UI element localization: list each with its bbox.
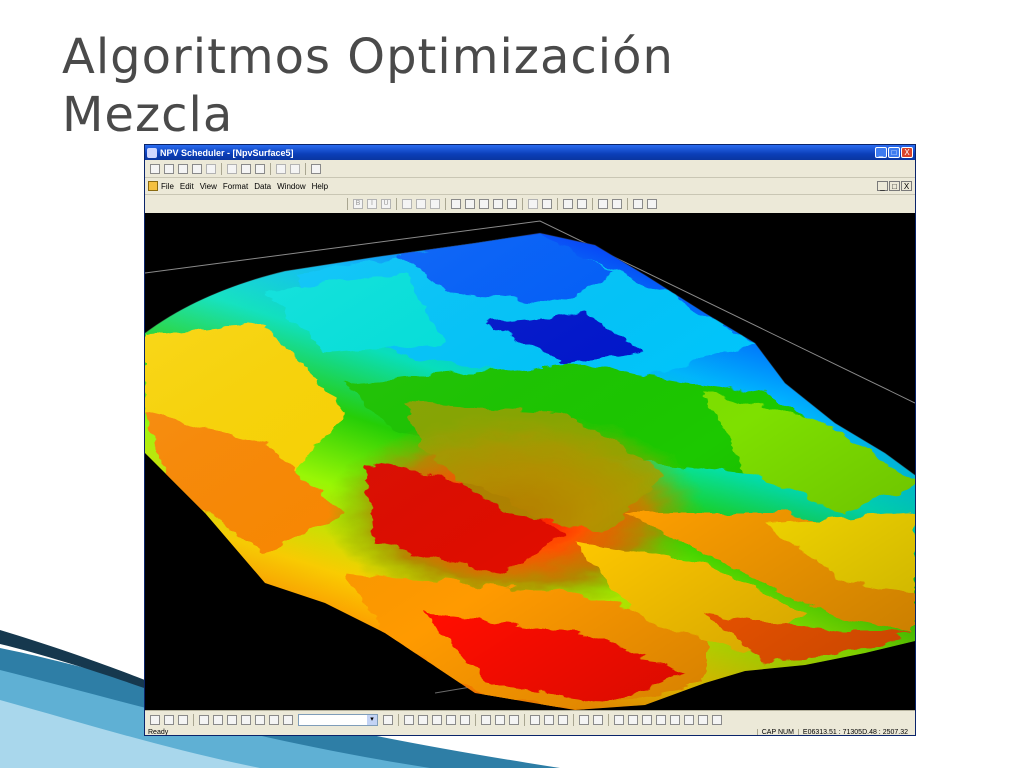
standard-toolbar <box>145 160 915 178</box>
minimize-button[interactable]: _ <box>875 147 887 158</box>
toolbar-separator <box>305 162 306 175</box>
graph-icon[interactable] <box>528 199 538 209</box>
open-icon[interactable] <box>164 163 174 174</box>
toolbar-separator <box>221 162 222 175</box>
layer-icon[interactable] <box>255 714 265 725</box>
options-icon[interactable] <box>698 714 708 725</box>
window-title: NPV Scheduler - [NpvSurface5] <box>160 147 294 158</box>
terrain-surface <box>145 220 915 710</box>
menu-window[interactable]: Window <box>277 182 305 191</box>
zoom-in-icon[interactable] <box>199 714 209 725</box>
redo-icon[interactable] <box>290 163 300 174</box>
table-icon[interactable] <box>628 714 638 725</box>
menu-view[interactable]: View <box>200 182 217 191</box>
paint-icon[interactable] <box>558 714 568 725</box>
zoom-out-icon[interactable] <box>213 714 223 725</box>
copy-icon[interactable] <box>241 163 251 174</box>
zoom-window-icon[interactable] <box>227 714 237 725</box>
paste-icon[interactable] <box>255 163 265 174</box>
view-select[interactable]: ▾ <box>298 713 378 726</box>
align-center-icon[interactable] <box>416 199 426 209</box>
window-icon[interactable] <box>712 714 722 725</box>
export-icon[interactable] <box>670 714 680 725</box>
status-bar: Ready CAP NUM E06313.51 : 71305D.48 : 25… <box>145 728 915 736</box>
cut-pit-icon[interactable] <box>598 199 608 209</box>
orbit-icon[interactable] <box>178 714 188 725</box>
report-icon[interactable] <box>614 714 624 725</box>
arrow-down-icon[interactable] <box>446 714 456 725</box>
menu-bar: File Edit View Format Data Window Help _… <box>145 178 915 195</box>
menu-help[interactable]: Help <box>312 182 328 191</box>
align-right-icon[interactable] <box>430 199 440 209</box>
pit-view-icon[interactable] <box>460 714 470 725</box>
check-icon[interactable] <box>507 199 517 209</box>
arrow-right-icon[interactable] <box>418 714 428 725</box>
back-icon[interactable] <box>579 714 589 725</box>
chevron-down-icon[interactable]: ▾ <box>367 714 377 725</box>
save-icon[interactable] <box>178 163 188 174</box>
menu-edit[interactable]: Edit <box>180 182 194 191</box>
menu-format[interactable]: Format <box>223 182 248 191</box>
undo-icon[interactable] <box>276 163 286 174</box>
forward-icon[interactable] <box>593 714 603 725</box>
zoom-out-icon[interactable] <box>479 199 489 209</box>
status-ready: Ready <box>148 728 169 736</box>
stop-icon[interactable] <box>647 199 657 209</box>
cut-icon[interactable] <box>227 163 237 174</box>
rotate-icon[interactable] <box>150 714 160 725</box>
maximize-button[interactable]: □ <box>888 147 900 158</box>
doc-close-button[interactable]: X <box>901 181 912 191</box>
zoom-in-icon[interactable] <box>465 199 475 209</box>
pan-icon[interactable] <box>164 714 174 725</box>
arrow-up-icon[interactable] <box>432 714 442 725</box>
tools-icon[interactable] <box>656 714 666 725</box>
document-icon[interactable] <box>684 714 694 725</box>
view-toolbar: ▾ <box>145 710 915 728</box>
toolbar-separator <box>270 162 271 175</box>
edit-icon[interactable] <box>544 714 554 725</box>
format-toolbar: B I U <box>145 195 915 214</box>
status-coordinates: E06313.51 : 71305D.48 : 2507.32 <box>797 728 912 735</box>
print-preview-icon[interactable] <box>206 163 216 174</box>
status-mode: CAP NUM <box>756 728 798 735</box>
npv-scheduler-window: NPV Scheduler - [NpvSurface5] _ □ X File… <box>144 144 916 736</box>
zoom-icon[interactable] <box>451 199 461 209</box>
title-bar[interactable]: NPV Scheduler - [NpvSurface5] _ □ X <box>145 145 915 160</box>
help-icon[interactable] <box>311 163 321 174</box>
section-icon[interactable] <box>481 714 491 725</box>
surface-3d-view[interactable] <box>145 213 915 710</box>
underline-button[interactable]: U <box>381 199 391 209</box>
doc-restore-button[interactable]: □ <box>889 181 900 191</box>
print-icon[interactable] <box>192 163 202 174</box>
zoom-extents-icon[interactable] <box>241 714 251 725</box>
layer-down-icon[interactable] <box>269 714 279 725</box>
slide-title: Algoritmos Optimización Mezcla <box>62 28 782 144</box>
chart-icon[interactable] <box>642 714 652 725</box>
terrain-icon[interactable] <box>577 199 587 209</box>
schedule-icon[interactable] <box>612 199 622 209</box>
menu-data[interactable]: Data <box>254 182 271 191</box>
lock-icon[interactable] <box>383 714 393 725</box>
close-button[interactable]: X <box>901 147 913 158</box>
arrow-left-icon[interactable] <box>404 714 414 725</box>
app-icon <box>147 147 157 158</box>
properties-icon[interactable] <box>493 199 503 209</box>
monitor-icon[interactable] <box>283 714 293 725</box>
italic-button[interactable]: I <box>367 199 377 209</box>
grid-icon[interactable] <box>509 714 519 725</box>
new-icon[interactable] <box>150 163 160 174</box>
doc-minimize-button[interactable]: _ <box>877 181 888 191</box>
bold-button[interactable]: B <box>353 199 363 209</box>
search-icon[interactable] <box>542 199 552 209</box>
align-left-icon[interactable] <box>402 199 412 209</box>
slide-title-line2: Mezcla <box>62 87 234 143</box>
menu-file[interactable]: File <box>161 182 174 191</box>
select-icon[interactable] <box>530 714 540 725</box>
document-icon[interactable] <box>148 181 158 191</box>
mountain-icon[interactable] <box>563 199 573 209</box>
slide-title-line1: Algoritmos Optimización <box>62 29 674 85</box>
run-icon[interactable] <box>633 199 643 209</box>
slice-icon[interactable] <box>495 714 505 725</box>
